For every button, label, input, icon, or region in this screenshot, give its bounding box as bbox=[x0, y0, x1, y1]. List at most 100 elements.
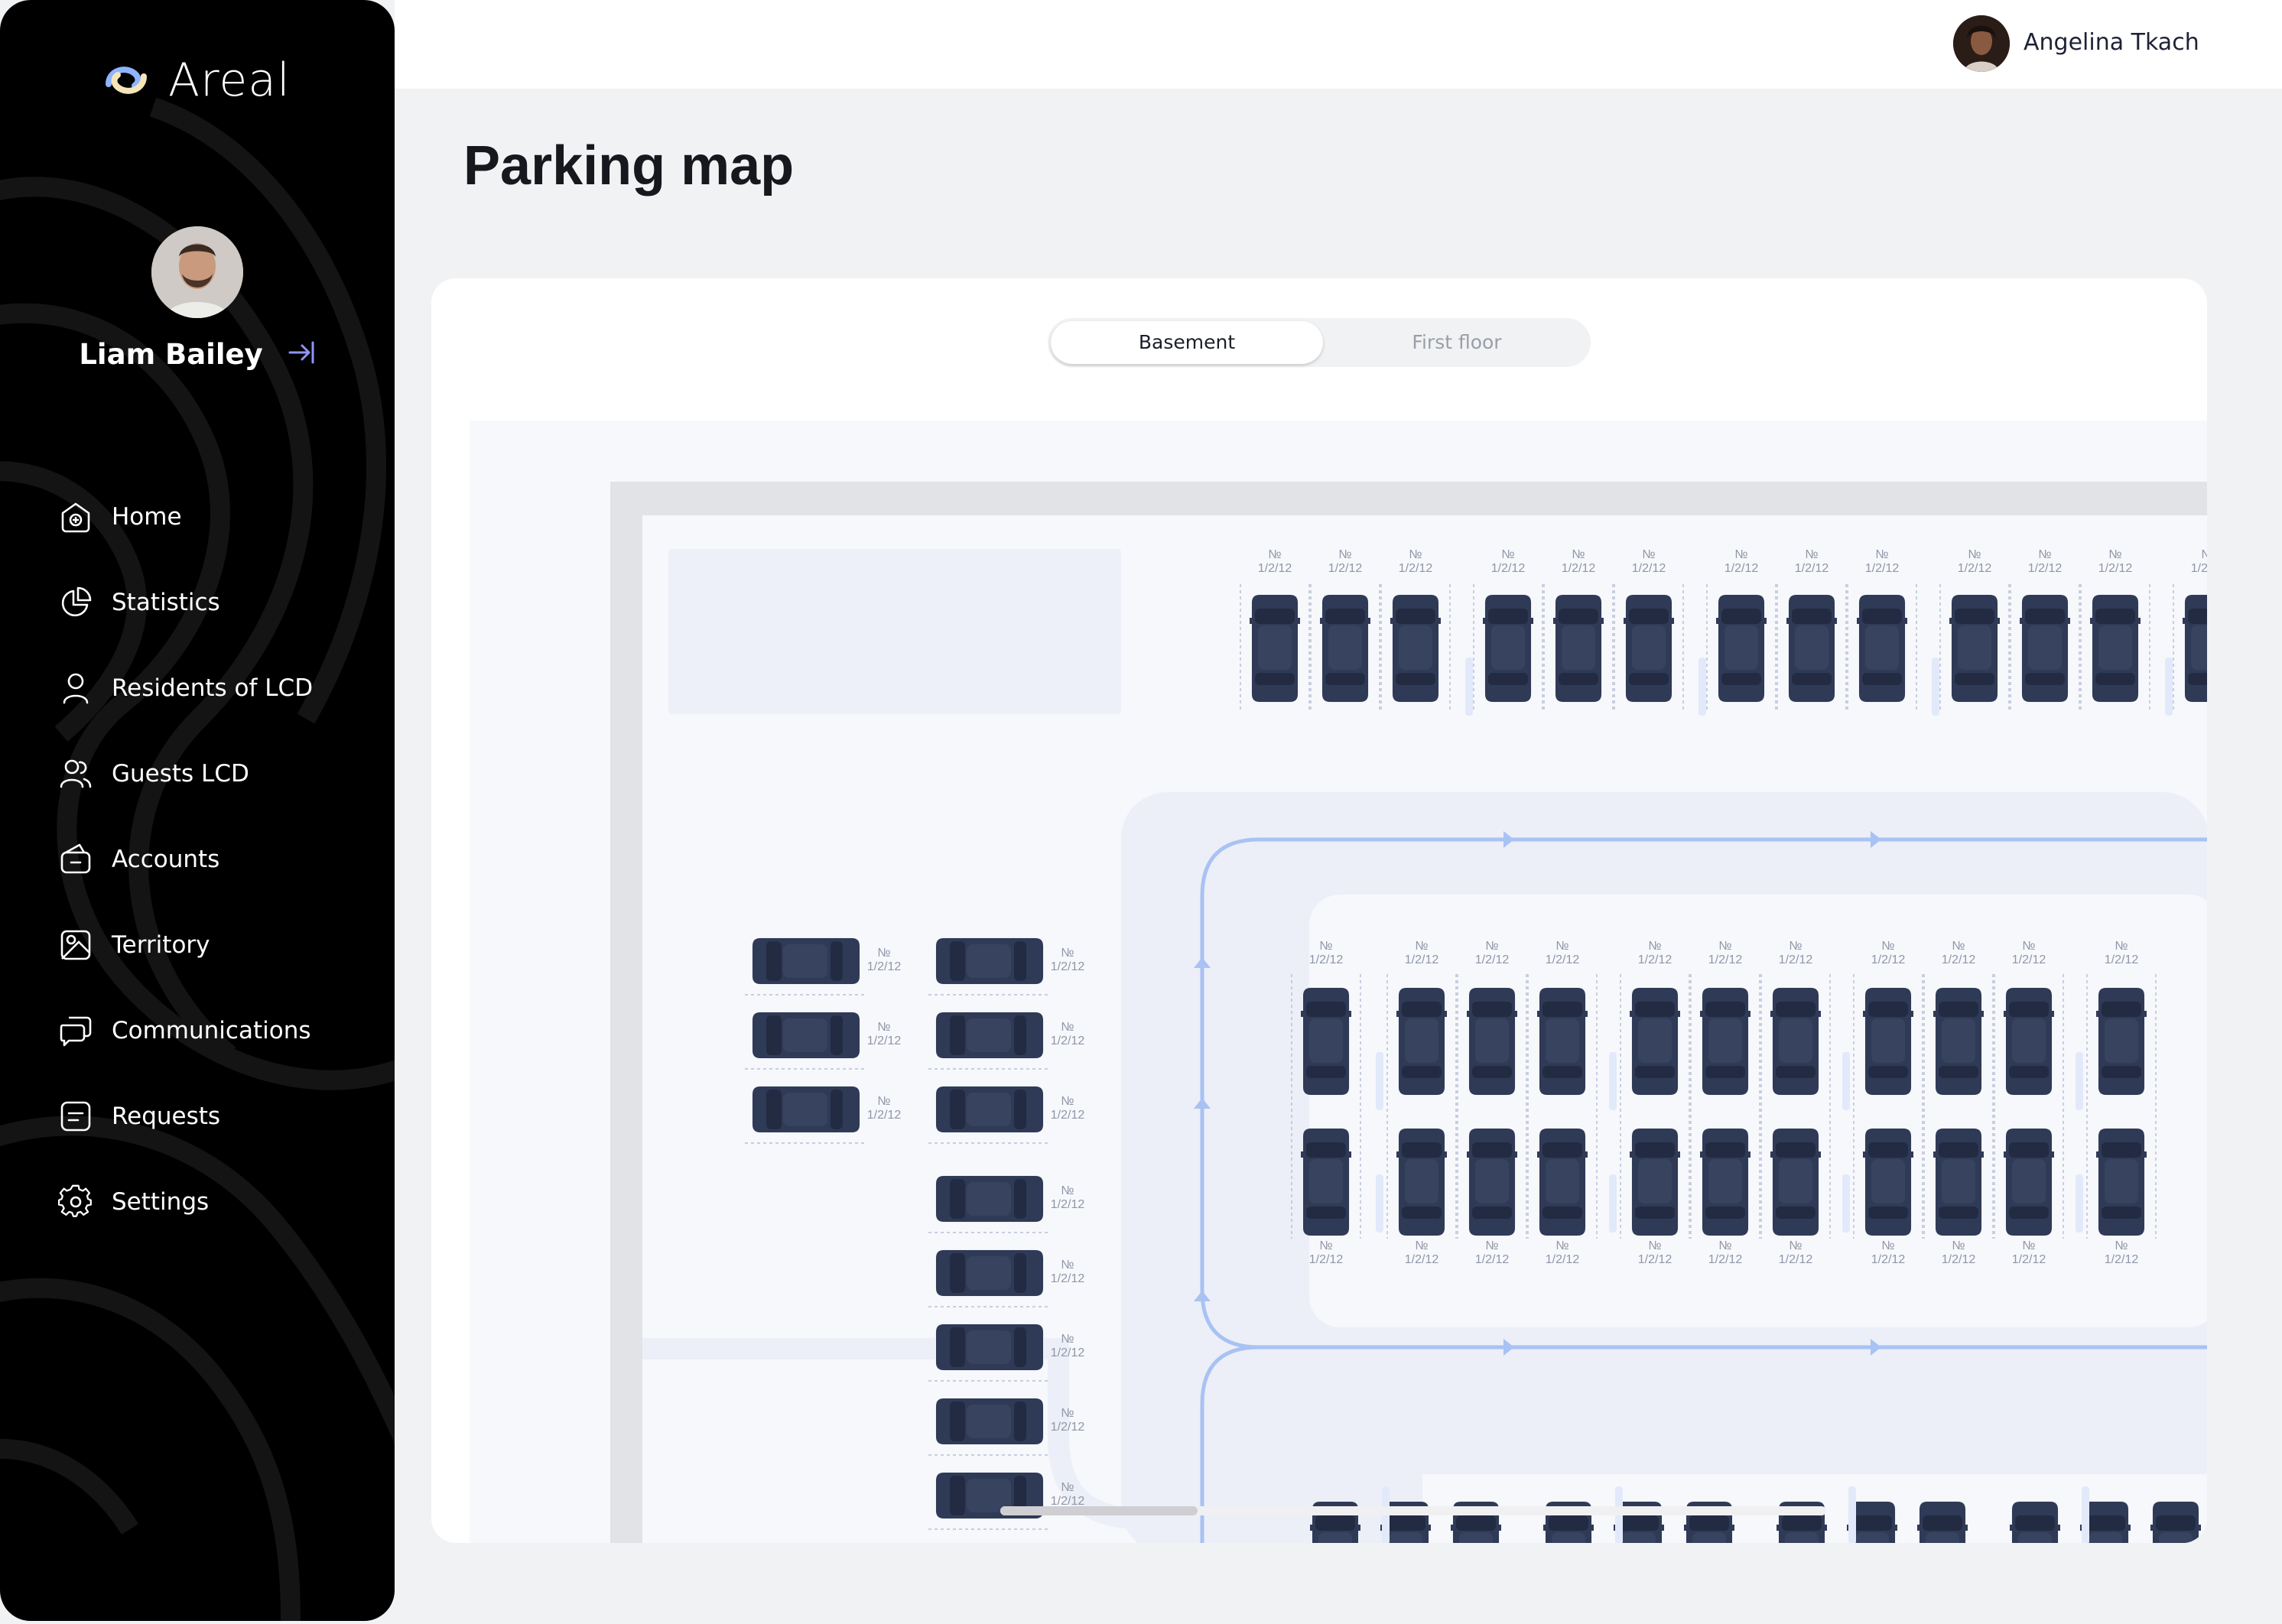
parked-car[interactable] bbox=[935, 1012, 1044, 1059]
parked-car[interactable] bbox=[2096, 1128, 2147, 1236]
parked-car[interactable] bbox=[1467, 987, 1517, 1096]
parked-car[interactable] bbox=[1483, 594, 1533, 703]
parked-car[interactable] bbox=[1700, 1128, 1751, 1236]
sidebar-item-guests[interactable]: Guests LCD bbox=[58, 731, 313, 817]
parked-car[interactable] bbox=[1933, 1128, 1984, 1236]
parked-car[interactable] bbox=[2090, 594, 2141, 703]
spot-label: № bbox=[1572, 548, 1585, 561]
areal-logo-icon bbox=[106, 67, 147, 94]
parked-car[interactable] bbox=[1301, 1128, 1351, 1236]
logout-icon[interactable] bbox=[287, 339, 316, 372]
avatar[interactable] bbox=[151, 226, 243, 318]
parked-car[interactable] bbox=[2150, 1501, 2201, 1543]
sidebar-item-residents[interactable]: Residents of LCD bbox=[58, 645, 313, 731]
parked-car[interactable] bbox=[1396, 987, 1447, 1096]
spot-label: 1/2/12 bbox=[1638, 1253, 1672, 1266]
parking-map[interactable]: № 1/2/12 № 1/2/12 № 1/2/12 № 1/2/12 № 1/2/12 № 1/2/… bbox=[470, 421, 2207, 1543]
sidebar-item-territory[interactable]: Territory bbox=[58, 902, 313, 988]
parked-car[interactable] bbox=[1390, 594, 1441, 703]
spot-label: № bbox=[1061, 1184, 1074, 1197]
parked-car[interactable] bbox=[1863, 987, 1913, 1096]
parked-car[interactable] bbox=[1949, 594, 2000, 703]
parked-car[interactable] bbox=[1630, 987, 1680, 1096]
parked-car[interactable] bbox=[752, 1086, 860, 1133]
spot-label: № bbox=[1718, 1239, 1731, 1252]
spot-label: № bbox=[1338, 548, 1351, 561]
spot-label: 1/2/12 bbox=[1328, 562, 1363, 575]
parked-car[interactable] bbox=[1716, 594, 1767, 703]
spot-label: № bbox=[1789, 940, 1802, 953]
spot-label: 1/2/12 bbox=[1871, 1253, 1906, 1266]
spot-label: 1/2/12 bbox=[2098, 562, 2133, 575]
header-user-name[interactable]: Angelina Tkach bbox=[2024, 29, 2199, 56]
spot-label: № bbox=[1555, 940, 1568, 953]
parked-car[interactable] bbox=[1770, 987, 1821, 1096]
parked-car[interactable] bbox=[935, 1249, 1044, 1297]
parked-car[interactable] bbox=[935, 1398, 1044, 1445]
parked-car[interactable] bbox=[1700, 987, 1751, 1096]
tab-basement[interactable]: Basement bbox=[1051, 321, 1323, 364]
parked-car[interactable] bbox=[2010, 1501, 2060, 1543]
parked-car[interactable] bbox=[2020, 594, 2070, 703]
app-logo[interactable]: Areal bbox=[99, 54, 291, 107]
spot-label: № bbox=[1061, 1021, 1074, 1034]
parked-car[interactable] bbox=[1770, 1128, 1821, 1236]
spot-label: 1/2/12 bbox=[867, 1034, 902, 1047]
parked-car[interactable] bbox=[1537, 987, 1588, 1096]
sidebar-user-name-text: Liam Bailey bbox=[79, 338, 263, 371]
parked-car[interactable] bbox=[1396, 1128, 1447, 1236]
parked-car[interactable] bbox=[2004, 1128, 2054, 1236]
parked-car[interactable] bbox=[2096, 987, 2147, 1096]
parked-car[interactable] bbox=[752, 937, 860, 985]
parked-car[interactable] bbox=[935, 1324, 1044, 1371]
parked-car[interactable] bbox=[2183, 594, 2207, 703]
spot-label: № bbox=[877, 1095, 890, 1108]
wallet-icon bbox=[58, 842, 93, 877]
sidebar-nav: Home Statistics Residents of LCD Guests … bbox=[57, 474, 313, 1245]
parked-car[interactable] bbox=[1630, 1128, 1680, 1236]
tab-first-floor[interactable]: First floor bbox=[1326, 321, 1588, 364]
spot-label: № bbox=[1881, 940, 1894, 953]
sidebar-item-home[interactable]: Home bbox=[58, 474, 313, 560]
parked-car[interactable] bbox=[752, 1012, 860, 1059]
sidebar-user-name[interactable]: Liam Bailey bbox=[0, 338, 395, 372]
parked-car[interactable] bbox=[1467, 1128, 1517, 1236]
parking-pillar bbox=[1376, 1052, 1383, 1110]
sidebar-item-label: Accounts bbox=[112, 846, 220, 873]
spot-label: 1/2/12 bbox=[2028, 562, 2063, 575]
parked-car[interactable] bbox=[935, 1086, 1044, 1133]
horizontal-scrollbar-thumb[interactable] bbox=[1000, 1506, 1198, 1515]
spot-label: № bbox=[1415, 1239, 1428, 1252]
spot-label: 1/2/12 bbox=[1258, 562, 1292, 575]
sidebar-item-statistics[interactable]: Statistics bbox=[58, 560, 313, 645]
parked-car[interactable] bbox=[1786, 594, 1837, 703]
parked-car[interactable] bbox=[935, 1175, 1044, 1223]
spot-label: 1/2/12 bbox=[1725, 562, 1759, 575]
parked-car[interactable] bbox=[1857, 594, 1907, 703]
sidebar-item-settings[interactable]: Settings bbox=[57, 1159, 313, 1245]
header-avatar[interactable] bbox=[1953, 15, 2010, 72]
parking-pillar bbox=[1376, 1174, 1383, 1233]
parked-car[interactable] bbox=[1301, 987, 1351, 1096]
spot-label: 1/2/12 bbox=[1865, 562, 1900, 575]
spot-label: 1/2/12 bbox=[1309, 953, 1344, 966]
parked-car[interactable] bbox=[1624, 594, 1674, 703]
spot-label: № bbox=[1485, 1239, 1498, 1252]
sidebar-item-label: Communications bbox=[112, 1017, 311, 1044]
parked-car[interactable] bbox=[1553, 594, 1604, 703]
parked-car[interactable] bbox=[2004, 987, 2054, 1096]
spot-label: 1/2/12 bbox=[1405, 1253, 1439, 1266]
parked-car[interactable] bbox=[1863, 1128, 1913, 1236]
parked-car[interactable] bbox=[935, 937, 1044, 985]
spot-label: 1/2/12 bbox=[1795, 562, 1829, 575]
sidebar-item-accounts[interactable]: Accounts bbox=[58, 817, 313, 902]
sidebar-item-requests[interactable]: Requests bbox=[58, 1073, 313, 1159]
parked-car[interactable] bbox=[1250, 594, 1300, 703]
parked-car[interactable] bbox=[1537, 1128, 1588, 1236]
parking-pillar bbox=[1609, 1052, 1617, 1110]
parked-car[interactable] bbox=[1320, 594, 1370, 703]
parked-car[interactable] bbox=[1917, 1501, 1968, 1543]
spot-label: № bbox=[1319, 940, 1332, 953]
parked-car[interactable] bbox=[1933, 987, 1984, 1096]
sidebar-item-communications[interactable]: Communications bbox=[58, 988, 313, 1073]
